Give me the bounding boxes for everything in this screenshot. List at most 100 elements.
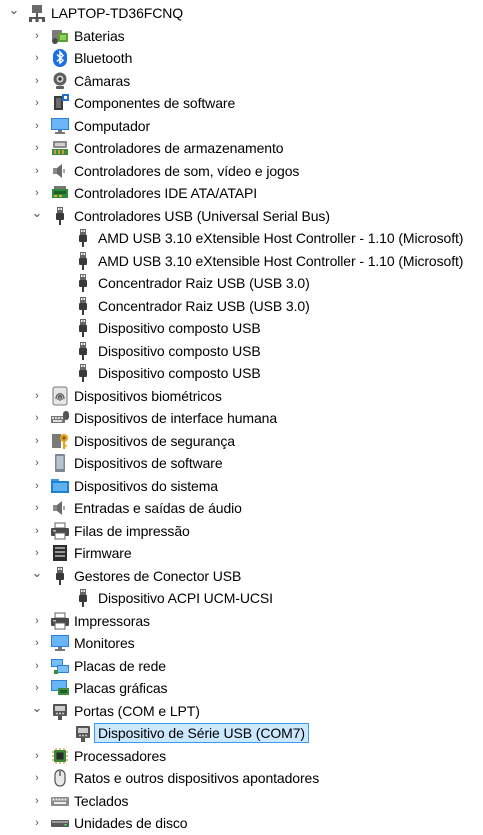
tree-device[interactable]: Dispositivo composto USB <box>0 340 483 363</box>
chevron-down-icon[interactable]: ⌄ <box>8 3 20 16</box>
chevron-right-icon[interactable]: › <box>31 772 43 784</box>
chevron-right-icon[interactable]: › <box>31 750 43 762</box>
tree-root-computer[interactable]: ⌄ LAPTOP-TD36FCNQ <box>0 2 483 25</box>
tree-category[interactable]: › Firmware <box>0 542 483 565</box>
tree-device[interactable]: AMD USB 3.10 eXtensible Host Controller … <box>0 250 483 273</box>
tree-category[interactable]: › Filas de impressão <box>0 520 483 543</box>
tree-category[interactable]: › Componentes de software <box>0 92 483 115</box>
tree-category[interactable]: ⌄ Portas (COM e LPT) <box>0 700 483 723</box>
tree-device[interactable]: Dispositivo ACPI UCM-UCSI <box>0 587 483 610</box>
tree-item-label: Gestores de Conector USB <box>74 567 242 584</box>
chevron-right-icon[interactable]: › <box>31 165 43 177</box>
chevron-right-icon[interactable]: › <box>31 52 43 64</box>
usb-plug-icon <box>73 296 93 316</box>
tree-category[interactable]: › Controladores de som, vídeo e jogos <box>0 160 483 183</box>
tree-category[interactable]: › Entradas e saídas de áudio <box>0 497 483 520</box>
chevron-right-icon[interactable]: › <box>31 795 43 807</box>
tree-item-label: Câmaras <box>74 72 131 89</box>
tree-category[interactable]: › Unidades de disco <box>0 812 483 835</box>
tree-item-label: Controladores de armazenamento <box>74 140 284 156</box>
chevron-right-icon[interactable]: › <box>31 457 43 469</box>
tree-category[interactable]: › Processadores <box>0 745 483 768</box>
port-icon <box>73 723 93 743</box>
tree-category[interactable]: › Computador <box>0 115 483 138</box>
tree-category[interactable]: › Dispositivos biométricos <box>0 385 483 408</box>
battery-icon <box>50 26 70 46</box>
tree-item-label: Bluetooth <box>74 50 133 66</box>
keyboard-icon <box>50 791 70 811</box>
tree-device[interactable]: Dispositivo composto USB <box>0 362 483 385</box>
tree-item-label: Dispositivo de Série USB (COM7) <box>94 723 309 743</box>
chevron-right-icon[interactable]: › <box>31 525 43 537</box>
device-tree: ⌄ LAPTOP-TD36FCNQ › Baterias › Bluetooth › Câma… <box>0 0 483 831</box>
chevron-right-icon[interactable]: › <box>31 547 43 559</box>
chevron-right-icon[interactable]: › <box>31 75 43 87</box>
ide-controller-icon <box>50 183 70 203</box>
chevron-right-icon[interactable]: › <box>31 120 43 132</box>
tree-category[interactable]: › Placas gráficas <box>0 677 483 700</box>
chevron-right-icon[interactable]: › <box>31 480 43 492</box>
tree-category[interactable]: › Dispositivos de interface humana <box>0 407 483 430</box>
tree-item-label: Dispositivos de interface humana <box>74 410 278 426</box>
key-icon <box>50 431 70 451</box>
tree-device[interactable]: Concentrador Raiz USB (USB 3.0) <box>0 295 483 318</box>
disk-drive-icon <box>50 813 70 833</box>
chevron-right-icon[interactable]: › <box>31 412 43 424</box>
chevron-down-icon[interactable]: ⌄ <box>31 701 43 714</box>
chevron-right-icon[interactable]: › <box>31 502 43 514</box>
display-adapter-icon <box>50 678 70 698</box>
chevron-right-icon[interactable]: › <box>31 637 43 649</box>
tree-item-label: Computador <box>74 117 151 134</box>
tree-item-label: Dispositivos biométricos <box>74 387 222 404</box>
mouse-icon <box>50 768 70 788</box>
chevron-right-icon[interactable]: › <box>31 435 43 447</box>
tree-category[interactable]: › Dispositivos de segurança <box>0 430 483 453</box>
chevron-right-icon[interactable]: › <box>31 142 43 154</box>
tree-item-label: Ratos e outros dispositivos apontadores <box>74 770 320 786</box>
chevron-right-icon[interactable]: › <box>31 30 43 42</box>
chevron-right-icon[interactable]: › <box>31 817 43 829</box>
chevron-right-icon[interactable]: › <box>31 615 43 627</box>
chevron-right-icon[interactable]: › <box>31 660 43 672</box>
computer-root-icon <box>27 3 47 23</box>
tree-category[interactable]: › Dispositivos do sistema <box>0 475 483 498</box>
chevron-right-icon[interactable]: › <box>31 97 43 109</box>
tree-item-label: Placas gráficas <box>74 680 168 696</box>
tree-category[interactable]: › Dispositivos de software <box>0 452 483 475</box>
tree-category[interactable]: › Bluetooth <box>0 47 483 70</box>
tree-item-label: Processadores <box>74 747 167 764</box>
tree-item-label: Dispositivo composto USB <box>98 365 261 381</box>
tree-device[interactable]: AMD USB 3.10 eXtensible Host Controller … <box>0 227 483 250</box>
tree-category[interactable]: › Controladores IDE ATA/ATAPI <box>0 182 483 205</box>
tree-category[interactable]: › Controladores de armazenamento <box>0 137 483 160</box>
tree-category[interactable]: › Placas de rede <box>0 655 483 678</box>
tree-category[interactable]: › Monitores <box>0 632 483 655</box>
usb-plug-icon <box>73 588 93 608</box>
tree-category[interactable]: › Ratos e outros dispositivos apontadores <box>0 767 483 790</box>
speaker-icon <box>50 498 70 518</box>
firmware-icon <box>50 543 70 563</box>
usb-plug-icon <box>50 206 70 226</box>
tree-category[interactable]: ⌄ Controladores USB (Universal Serial Bus… <box>0 205 483 228</box>
tree-device-selected[interactable]: Dispositivo de Série USB (COM7) <box>0 722 483 745</box>
tree-item-label: Impressoras <box>74 612 150 629</box>
tree-category[interactable]: › Baterias <box>0 25 483 48</box>
tree-category[interactable]: › Impressoras <box>0 610 483 633</box>
chevron-down-icon[interactable]: ⌄ <box>31 566 43 579</box>
tree-device[interactable]: Concentrador Raiz USB (USB 3.0) <box>0 272 483 295</box>
tree-category[interactable]: › Teclados <box>0 790 483 813</box>
tree-item-label: Dispositivos do sistema <box>74 477 218 494</box>
tree-device[interactable]: Dispositivo composto USB <box>0 317 483 340</box>
speaker-icon <box>50 161 70 181</box>
chevron-right-icon[interactable]: › <box>31 682 43 694</box>
chevron-down-icon[interactable]: ⌄ <box>31 206 43 219</box>
tree-category[interactable]: › Câmaras <box>0 70 483 93</box>
chevron-right-icon[interactable]: › <box>31 390 43 402</box>
tree-item-label: Concentrador Raiz USB (USB 3.0) <box>98 275 310 291</box>
usb-plug-icon <box>73 273 93 293</box>
tree-category[interactable]: ⌄ Gestores de Conector USB <box>0 565 483 588</box>
device-icon <box>50 453 70 473</box>
tree-item-label: Dispositivos de software <box>74 455 223 471</box>
chevron-right-icon[interactable]: › <box>31 187 43 199</box>
fingerprint-icon <box>50 386 70 406</box>
